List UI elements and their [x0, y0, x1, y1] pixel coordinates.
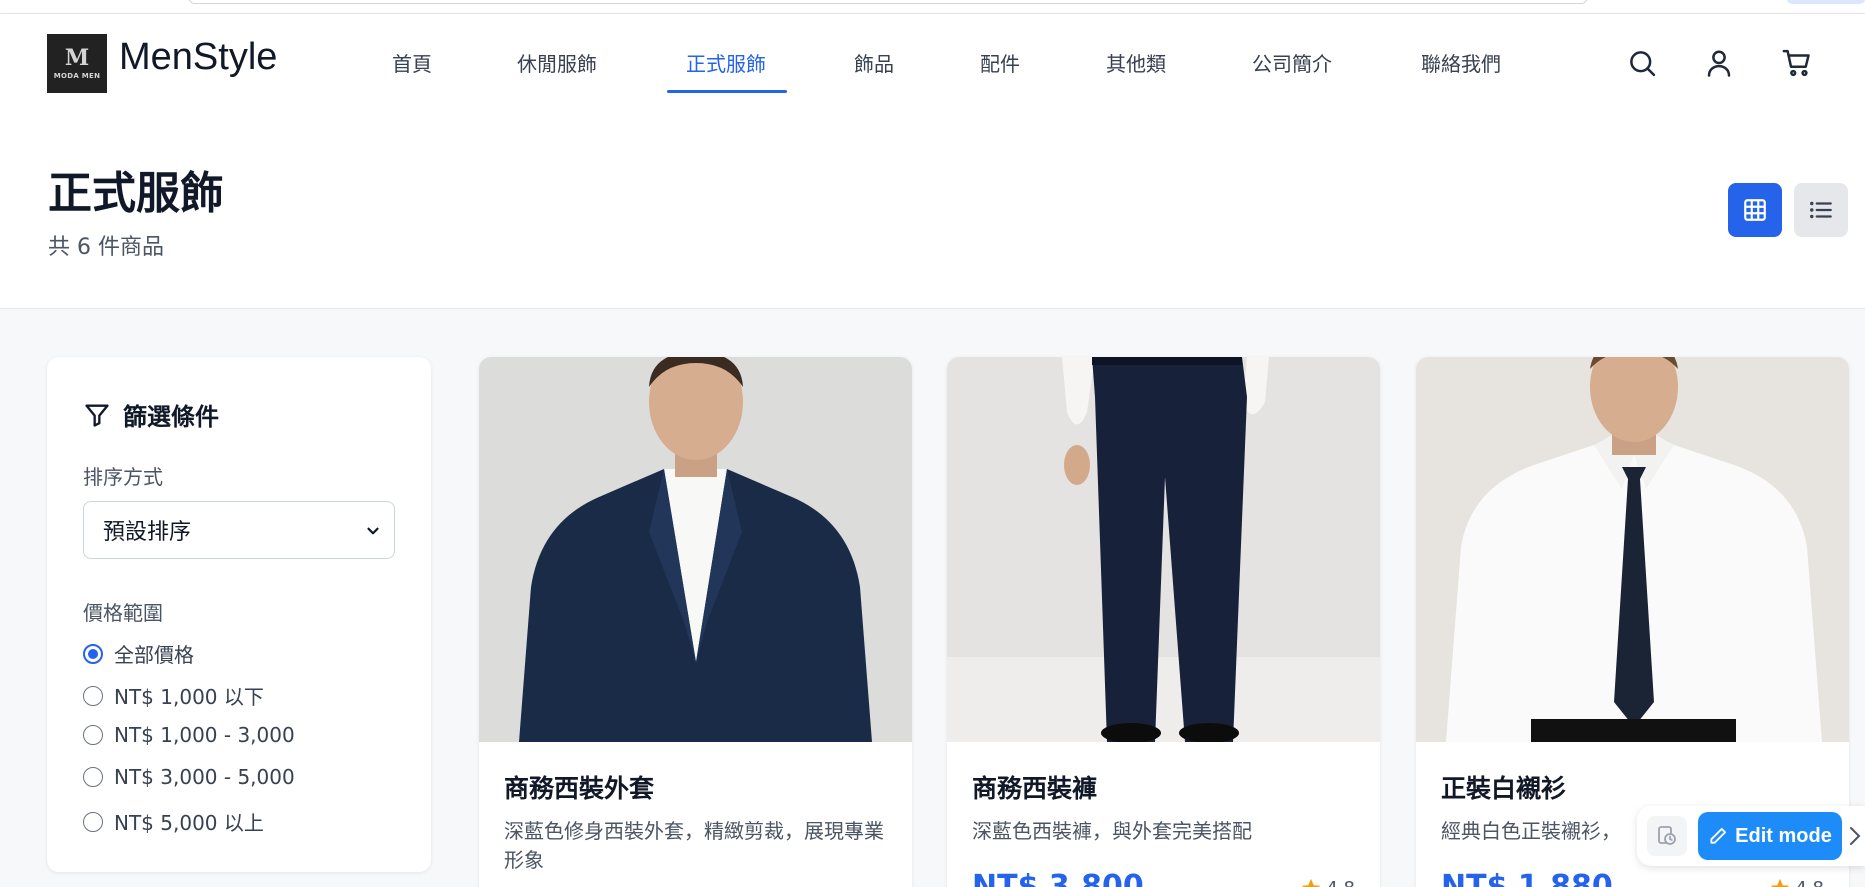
logo-mark: M — [64, 45, 90, 71]
product-price: NT$ 3,800 — [972, 869, 1144, 887]
filter-title: 篩選條件 — [123, 403, 219, 431]
browser-action-pill — [1786, 0, 1865, 4]
nav-parts[interactable]: 配件 — [980, 48, 1020, 77]
radio-button[interactable] — [83, 685, 103, 706]
sort-select-value: 預設排序 — [103, 520, 192, 545]
radio-button[interactable] — [83, 643, 103, 664]
address-bar — [188, 0, 1588, 4]
list-view-button[interactable] — [1794, 183, 1848, 237]
nav-home[interactable]: 首頁 — [392, 48, 432, 77]
pencil-icon — [1710, 828, 1727, 844]
browser-top-strip — [0, 0, 1865, 14]
product-image[interactable] — [479, 357, 912, 742]
list-icon — [1810, 201, 1832, 219]
nav-about[interactable]: 公司簡介 — [1252, 48, 1332, 77]
price-option-label: NT$ 1,000 以下 — [114, 685, 264, 709]
page-header: 正式服飾 共 6 件商品 — [0, 111, 1865, 309]
logo-subtext: MODA MEN — [53, 72, 101, 80]
product-description: 深藍色西裝褲，與外套完美搭配 — [972, 819, 1252, 843]
cart-icon[interactable] — [1782, 48, 1812, 78]
chevron-right-icon[interactable] — [1848, 824, 1862, 848]
product-rating: 4.8 — [1769, 877, 1824, 887]
price-option-1000-3000[interactable]: NT$ 1,000 - 3,000 — [83, 723, 295, 747]
product-description: 深藍色修身西裝外套，精緻剪裁，展現專業形象 — [504, 819, 884, 872]
product-card[interactable]: 商務西裝褲 深藍色西裝褲，與外套完美搭配 NT$ 3,800 4.8 — [947, 357, 1380, 887]
star-icon — [1302, 878, 1321, 887]
search-icon[interactable] — [1627, 48, 1657, 78]
chevron-down-icon — [367, 527, 379, 535]
sort-label: 排序方式 — [83, 465, 163, 489]
edit-mode-toolbar: Edit mode — [1637, 806, 1865, 866]
radio-button[interactable] — [83, 725, 103, 745]
nav-others[interactable]: 其他類 — [1106, 48, 1166, 77]
radio-button[interactable] — [83, 767, 103, 787]
price-option-under-1000[interactable]: NT$ 1,000 以下 — [83, 681, 264, 710]
page-title: 正式服飾 — [48, 168, 224, 219]
price-option-label: 全部價格 — [114, 643, 194, 667]
grid-icon — [1744, 199, 1766, 221]
product-name[interactable]: 正裝白襯衫 — [1441, 769, 1566, 805]
nav-formal[interactable]: 正式服飾 — [686, 48, 766, 77]
nav-accessories[interactable]: 飾品 — [854, 48, 894, 77]
product-price: NT$ 1,880 — [1441, 869, 1613, 887]
history-icon — [1658, 826, 1676, 845]
history-button[interactable] — [1647, 816, 1687, 856]
star-icon — [1771, 878, 1790, 887]
nav-contact[interactable]: 聯絡我們 — [1421, 48, 1501, 77]
product-image[interactable] — [1416, 357, 1849, 742]
nav-casual[interactable]: 休閒服飾 — [517, 48, 597, 77]
price-option-all[interactable]: 全部價格 — [83, 639, 194, 668]
logo[interactable]: M MODA MEN — [47, 34, 107, 93]
price-option-over-5000[interactable]: NT$ 5,000 以上 — [83, 807, 264, 836]
edit-mode-label: Edit mode — [1735, 824, 1832, 847]
price-range-label: 價格範圍 — [83, 601, 163, 625]
price-option-3000-5000[interactable]: NT$ 3,000 - 5,000 — [83, 765, 295, 789]
product-rating: 4.8 — [1300, 877, 1355, 887]
price-option-label: NT$ 5,000 以上 — [114, 811, 264, 835]
radio-button[interactable] — [83, 811, 103, 832]
product-count: 共 6 件商品 — [48, 235, 164, 260]
grid-view-button[interactable] — [1728, 183, 1782, 237]
edit-mode-button[interactable]: Edit mode — [1698, 812, 1842, 860]
product-image[interactable] — [947, 357, 1380, 742]
rating-value: 4.8 — [1326, 878, 1355, 887]
filter-icon — [85, 404, 109, 427]
sort-select[interactable]: 預設排序 — [83, 501, 395, 559]
filter-header: 篩選條件 — [83, 397, 219, 432]
product-name[interactable]: 商務西裝褲 — [972, 769, 1097, 805]
filter-panel: 篩選條件 排序方式 預設排序 價格範圍 全部價格 NT$ 1,000 以下 NT… — [47, 357, 431, 872]
site-header: M MODA MEN MenStyle 首頁 休閒服飾 正式服飾 飾品 配件 其… — [0, 14, 1865, 111]
price-option-label: NT$ 3,000 - 5,000 — [114, 765, 295, 789]
price-option-label: NT$ 1,000 - 3,000 — [114, 723, 295, 747]
brand-name[interactable]: MenStyle — [119, 36, 277, 79]
nav-active-indicator — [667, 90, 787, 93]
user-icon[interactable] — [1704, 48, 1734, 78]
product-name[interactable]: 商務西裝外套 — [504, 769, 654, 805]
product-card[interactable]: 商務西裝外套 深藍色修身西裝外套，精緻剪裁，展現專業形象 — [479, 357, 912, 887]
rating-value: 4.8 — [1795, 878, 1824, 887]
